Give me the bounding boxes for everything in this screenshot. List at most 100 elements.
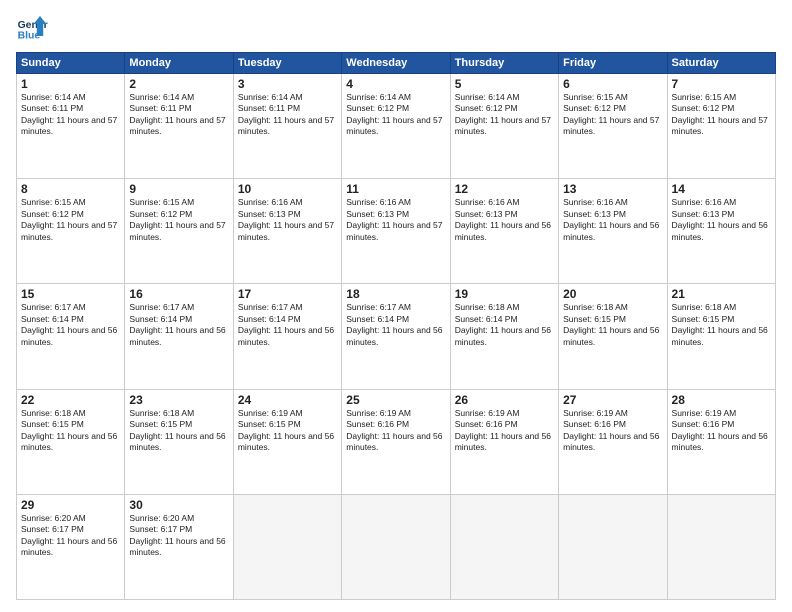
cell-info: Sunrise: 6:16 AMSunset: 6:13 PMDaylight:… [238,197,334,241]
logo: General Blue [16,12,52,44]
calendar-header-cell: Wednesday [342,53,450,74]
cell-info: Sunrise: 6:19 AMSunset: 6:16 PMDaylight:… [563,408,659,452]
day-number: 14 [672,182,771,196]
day-number: 15 [21,287,120,301]
calendar-week-row: 29 Sunrise: 6:20 AMSunset: 6:17 PMDaylig… [17,494,776,599]
cell-info: Sunrise: 6:14 AMSunset: 6:11 PMDaylight:… [238,92,334,136]
calendar-header-cell: Saturday [667,53,775,74]
calendar-cell: 26 Sunrise: 6:19 AMSunset: 6:16 PMDaylig… [450,389,558,494]
day-number: 20 [563,287,662,301]
calendar-week-row: 1 Sunrise: 6:14 AMSunset: 6:11 PMDayligh… [17,74,776,179]
calendar-cell: 23 Sunrise: 6:18 AMSunset: 6:15 PMDaylig… [125,389,233,494]
calendar-cell: 2 Sunrise: 6:14 AMSunset: 6:11 PMDayligh… [125,74,233,179]
cell-info: Sunrise: 6:19 AMSunset: 6:16 PMDaylight:… [455,408,551,452]
day-number: 12 [455,182,554,196]
cell-info: Sunrise: 6:14 AMSunset: 6:11 PMDaylight:… [21,92,117,136]
cell-info: Sunrise: 6:17 AMSunset: 6:14 PMDaylight:… [21,302,117,346]
cell-info: Sunrise: 6:18 AMSunset: 6:15 PMDaylight:… [21,408,117,452]
calendar-cell: 12 Sunrise: 6:16 AMSunset: 6:13 PMDaylig… [450,179,558,284]
calendar-week-row: 22 Sunrise: 6:18 AMSunset: 6:15 PMDaylig… [17,389,776,494]
calendar-cell: 4 Sunrise: 6:14 AMSunset: 6:12 PMDayligh… [342,74,450,179]
calendar-header-cell: Thursday [450,53,558,74]
calendar-header-cell: Monday [125,53,233,74]
day-number: 3 [238,77,337,91]
calendar-cell [559,494,667,599]
day-number: 10 [238,182,337,196]
cell-info: Sunrise: 6:19 AMSunset: 6:16 PMDaylight:… [672,408,768,452]
calendar-cell: 30 Sunrise: 6:20 AMSunset: 6:17 PMDaylig… [125,494,233,599]
calendar-cell: 27 Sunrise: 6:19 AMSunset: 6:16 PMDaylig… [559,389,667,494]
cell-info: Sunrise: 6:15 AMSunset: 6:12 PMDaylight:… [563,92,659,136]
day-number: 1 [21,77,120,91]
cell-info: Sunrise: 6:20 AMSunset: 6:17 PMDaylight:… [21,513,117,557]
calendar-cell [342,494,450,599]
cell-info: Sunrise: 6:15 AMSunset: 6:12 PMDaylight:… [129,197,225,241]
calendar-week-row: 8 Sunrise: 6:15 AMSunset: 6:12 PMDayligh… [17,179,776,284]
day-number: 5 [455,77,554,91]
day-number: 16 [129,287,228,301]
calendar-cell: 7 Sunrise: 6:15 AMSunset: 6:12 PMDayligh… [667,74,775,179]
calendar-cell [233,494,341,599]
cell-info: Sunrise: 6:14 AMSunset: 6:12 PMDaylight:… [346,92,442,136]
calendar-cell: 25 Sunrise: 6:19 AMSunset: 6:16 PMDaylig… [342,389,450,494]
calendar-cell: 22 Sunrise: 6:18 AMSunset: 6:15 PMDaylig… [17,389,125,494]
cell-info: Sunrise: 6:17 AMSunset: 6:14 PMDaylight:… [129,302,225,346]
calendar-header-cell: Sunday [17,53,125,74]
calendar-table: SundayMondayTuesdayWednesdayThursdayFrid… [16,52,776,600]
cell-info: Sunrise: 6:20 AMSunset: 6:17 PMDaylight:… [129,513,225,557]
cell-info: Sunrise: 6:17 AMSunset: 6:14 PMDaylight:… [238,302,334,346]
day-number: 2 [129,77,228,91]
calendar-cell: 3 Sunrise: 6:14 AMSunset: 6:11 PMDayligh… [233,74,341,179]
day-number: 28 [672,393,771,407]
calendar-cell: 1 Sunrise: 6:14 AMSunset: 6:11 PMDayligh… [17,74,125,179]
day-number: 19 [455,287,554,301]
day-number: 4 [346,77,445,91]
cell-info: Sunrise: 6:16 AMSunset: 6:13 PMDaylight:… [563,197,659,241]
day-number: 13 [563,182,662,196]
calendar-cell: 10 Sunrise: 6:16 AMSunset: 6:13 PMDaylig… [233,179,341,284]
calendar-cell: 14 Sunrise: 6:16 AMSunset: 6:13 PMDaylig… [667,179,775,284]
day-number: 7 [672,77,771,91]
day-number: 24 [238,393,337,407]
day-number: 26 [455,393,554,407]
logo-icon: General Blue [16,12,48,44]
day-number: 18 [346,287,445,301]
cell-info: Sunrise: 6:15 AMSunset: 6:12 PMDaylight:… [21,197,117,241]
cell-info: Sunrise: 6:16 AMSunset: 6:13 PMDaylight:… [346,197,442,241]
day-number: 22 [21,393,120,407]
calendar-week-row: 15 Sunrise: 6:17 AMSunset: 6:14 PMDaylig… [17,284,776,389]
day-number: 30 [129,498,228,512]
calendar-cell [450,494,558,599]
day-number: 21 [672,287,771,301]
calendar-cell: 28 Sunrise: 6:19 AMSunset: 6:16 PMDaylig… [667,389,775,494]
calendar-cell: 9 Sunrise: 6:15 AMSunset: 6:12 PMDayligh… [125,179,233,284]
cell-info: Sunrise: 6:16 AMSunset: 6:13 PMDaylight:… [672,197,768,241]
header: General Blue [16,12,776,44]
calendar-cell: 29 Sunrise: 6:20 AMSunset: 6:17 PMDaylig… [17,494,125,599]
day-number: 27 [563,393,662,407]
calendar-header-cell: Friday [559,53,667,74]
calendar-cell: 20 Sunrise: 6:18 AMSunset: 6:15 PMDaylig… [559,284,667,389]
calendar-cell: 8 Sunrise: 6:15 AMSunset: 6:12 PMDayligh… [17,179,125,284]
day-number: 23 [129,393,228,407]
calendar-header-cell: Tuesday [233,53,341,74]
cell-info: Sunrise: 6:18 AMSunset: 6:15 PMDaylight:… [563,302,659,346]
calendar-cell: 5 Sunrise: 6:14 AMSunset: 6:12 PMDayligh… [450,74,558,179]
calendar-cell: 17 Sunrise: 6:17 AMSunset: 6:14 PMDaylig… [233,284,341,389]
cell-info: Sunrise: 6:19 AMSunset: 6:15 PMDaylight:… [238,408,334,452]
calendar-cell: 18 Sunrise: 6:17 AMSunset: 6:14 PMDaylig… [342,284,450,389]
cell-info: Sunrise: 6:18 AMSunset: 6:15 PMDaylight:… [129,408,225,452]
cell-info: Sunrise: 6:14 AMSunset: 6:11 PMDaylight:… [129,92,225,136]
page: General Blue SundayMondayTuesdayWednesda… [0,0,792,612]
cell-info: Sunrise: 6:17 AMSunset: 6:14 PMDaylight:… [346,302,442,346]
day-number: 25 [346,393,445,407]
cell-info: Sunrise: 6:19 AMSunset: 6:16 PMDaylight:… [346,408,442,452]
day-number: 8 [21,182,120,196]
calendar-header-row: SundayMondayTuesdayWednesdayThursdayFrid… [17,53,776,74]
calendar-body: 1 Sunrise: 6:14 AMSunset: 6:11 PMDayligh… [17,74,776,600]
day-number: 29 [21,498,120,512]
day-number: 6 [563,77,662,91]
calendar-cell: 19 Sunrise: 6:18 AMSunset: 6:14 PMDaylig… [450,284,558,389]
calendar-cell: 13 Sunrise: 6:16 AMSunset: 6:13 PMDaylig… [559,179,667,284]
calendar-cell: 11 Sunrise: 6:16 AMSunset: 6:13 PMDaylig… [342,179,450,284]
